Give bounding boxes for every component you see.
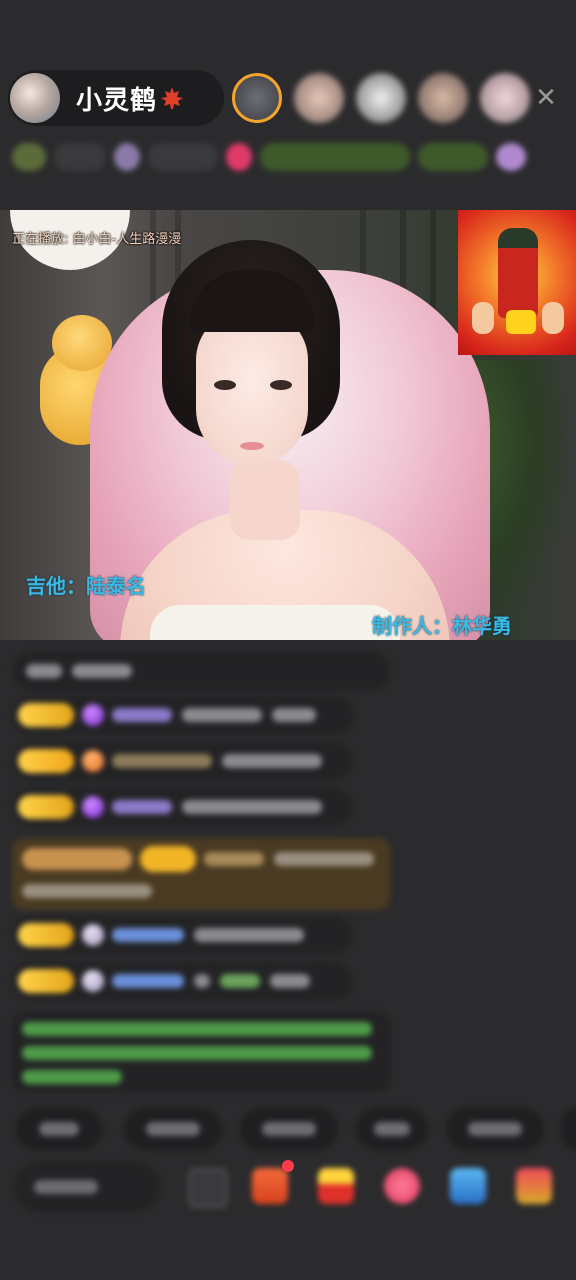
viewer-avatar[interactable] — [480, 73, 530, 123]
notification-dot — [282, 1160, 294, 1172]
gift-box-icon[interactable] — [252, 1168, 288, 1204]
chat-message[interactable] — [12, 696, 354, 734]
host-avatar[interactable] — [10, 73, 60, 123]
system-notice — [12, 1012, 390, 1092]
close-icon[interactable]: ✕ — [528, 80, 564, 116]
chat-message[interactable] — [12, 788, 352, 826]
comment-input[interactable] — [14, 1162, 160, 1212]
photo-icon[interactable] — [450, 1168, 486, 1204]
fries-icon[interactable] — [318, 1168, 354, 1204]
guitar-credit: 吉他：陆泰名 — [26, 574, 146, 598]
viewer-avatar[interactable] — [232, 73, 282, 123]
quick-reply-chip[interactable] — [240, 1108, 338, 1150]
chat-message[interactable] — [12, 962, 352, 1000]
quick-reply-chip[interactable] — [356, 1108, 428, 1150]
now-playing-text: 正在播放: 白小白-人生路漫漫 — [12, 232, 182, 247]
viewer-avatar-list — [232, 70, 542, 126]
quick-reply-chip[interactable] — [124, 1108, 222, 1150]
live-video[interactable]: 正在播放: 白小白-人生路漫漫 吉他：陆泰名 制作人：林华勇 — [0, 210, 576, 640]
host-info-pill[interactable]: 小灵鹤 — [8, 70, 224, 126]
heart-gift-icon[interactable] — [384, 1168, 420, 1204]
quick-reply-chip[interactable] — [562, 1108, 576, 1150]
quick-reply-chip[interactable] — [16, 1108, 102, 1150]
emoji-icon[interactable] — [188, 1168, 228, 1208]
maple-leaf-icon — [161, 87, 184, 109]
host-name: 小灵鹤 — [76, 85, 158, 116]
viewer-avatar[interactable] — [356, 73, 406, 123]
viewer-avatar[interactable] — [294, 73, 344, 123]
stream-info-row — [12, 138, 560, 176]
chat-message[interactable] — [12, 916, 352, 954]
chat-announcement — [12, 652, 390, 690]
chat-message[interactable] — [12, 742, 352, 780]
producer-credit: 制作人：林华勇 — [372, 614, 512, 638]
viewer-avatar[interactable] — [418, 73, 468, 123]
quick-reply-chip[interactable] — [446, 1108, 544, 1150]
gift-notification — [12, 838, 390, 910]
red-packet-icon[interactable] — [516, 1168, 552, 1204]
fortune-god-picture — [458, 210, 576, 355]
